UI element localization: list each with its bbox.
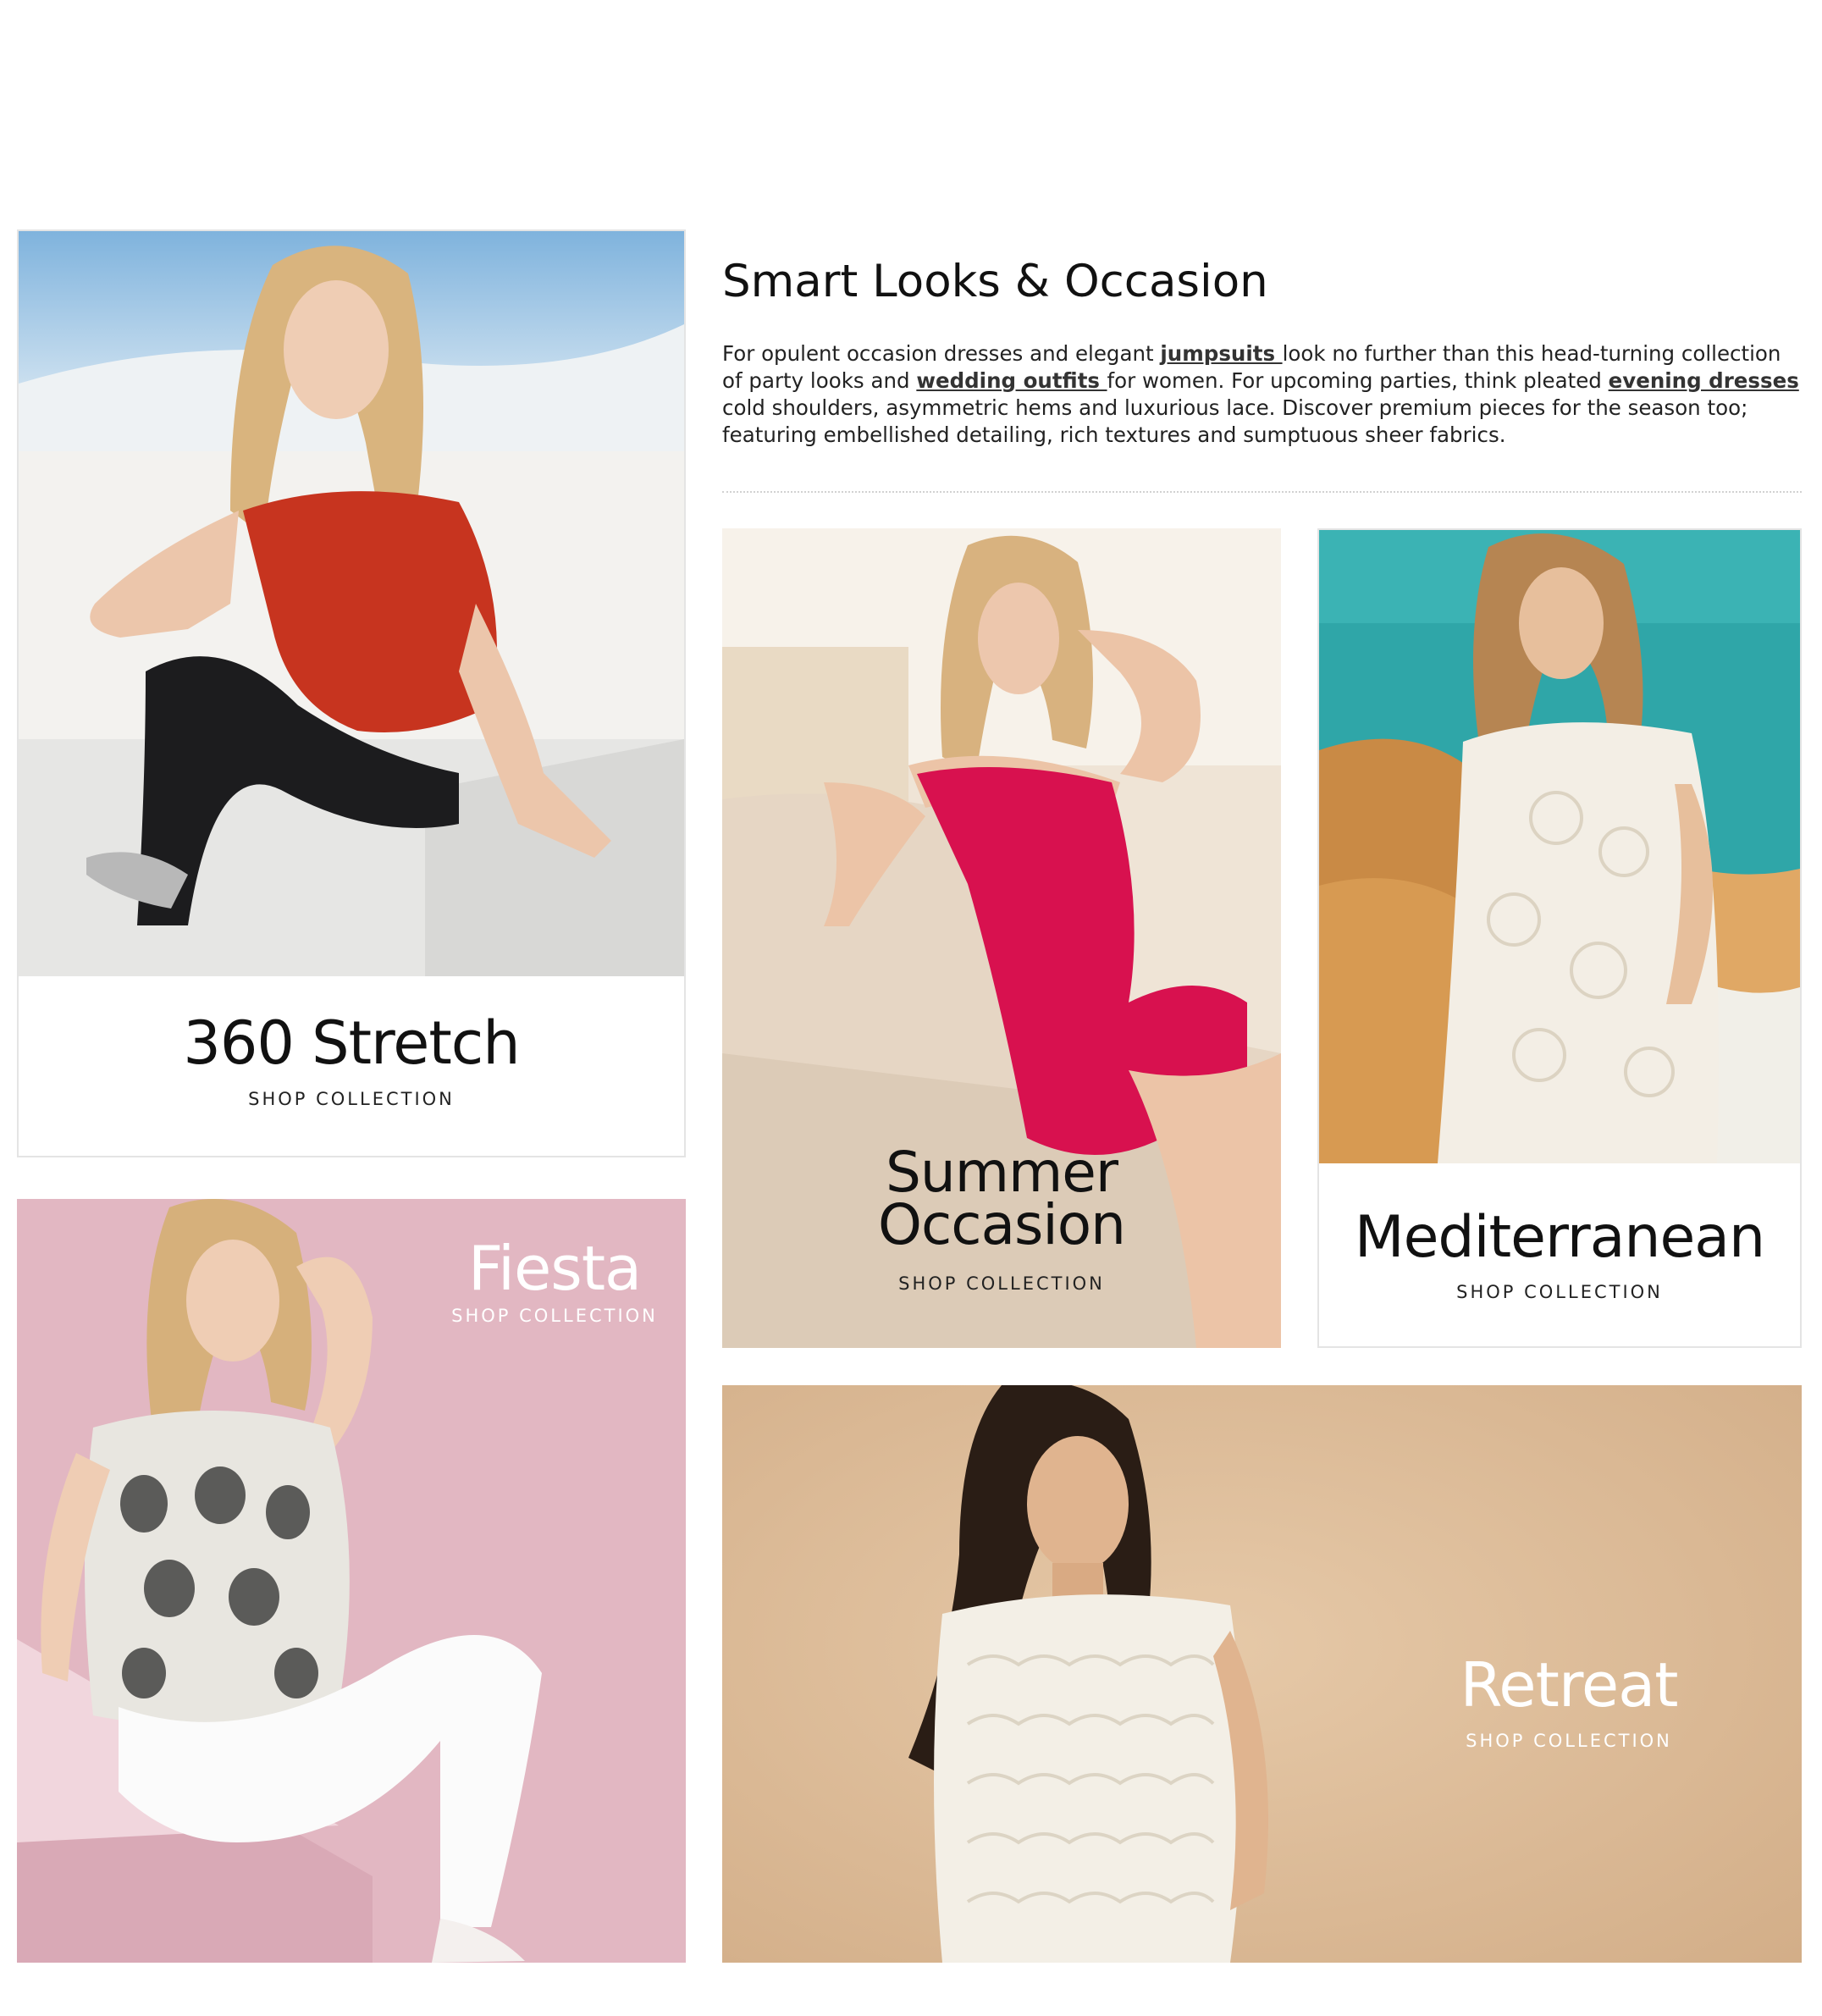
collection-card-retreat[interactable]: Retreat SHOP COLLECTION [722,1385,1802,1963]
card-title: 360 Stretch [183,1008,520,1078]
shop-collection-link[interactable]: SHOP COLLECTION [402,1306,707,1326]
caption-mediterranean: Mediterranean SHOP COLLECTION [1319,1163,1800,1346]
caption-360-stretch: 360 Stretch SHOP COLLECTION [19,976,684,1156]
model-photo-360-stretch[interactable] [19,231,684,976]
collection-card-fiesta[interactable]: Fiesta SHOP COLLECTION [17,1199,686,1963]
collection-card-360-stretch[interactable]: 360 Stretch SHOP COLLECTION [17,229,686,1157]
shop-collection-link[interactable]: SHOP COLLECTION [19,1089,684,1109]
card-title: Summer Occasion [722,1145,1281,1253]
card-title: Mediterranean [1354,1204,1765,1271]
section-divider [722,491,1802,493]
jumpsuits-link[interactable]: jumpsuits [1160,341,1282,366]
intro-text-part: For opulent occasion dresses and elegant [722,341,1161,366]
shop-collection-link[interactable]: SHOP COLLECTION [722,1273,1281,1294]
intro-paragraph: For opulent occasion dresses and elegant… [722,340,1802,449]
wedding-outfits-link[interactable]: wedding outfits [916,368,1107,393]
card-title: Fiesta [467,1233,642,1304]
card-title-line: Occasion [878,1192,1126,1257]
page-title: Smart Looks & Occasion [722,256,1268,307]
card-title: Retreat [1460,1649,1679,1721]
intro-text-part: for women. For upcoming parties, think p… [1107,368,1609,393]
evening-dresses-link[interactable]: evening dresses [1609,368,1799,393]
intro-text-part: cold shoulders, asymmetric hems and luxu… [722,395,1748,447]
model-photo-mediterranean[interactable] [1319,530,1800,1163]
collection-card-mediterranean[interactable]: Mediterranean SHOP COLLECTION [1317,528,1802,1348]
shop-collection-link[interactable]: SHOP COLLECTION [1383,1731,1755,1751]
collection-card-summer-occasion[interactable]: Summer Occasion SHOP COLLECTION [722,528,1281,1348]
shop-collection-link[interactable]: SHOP COLLECTION [1319,1282,1800,1302]
